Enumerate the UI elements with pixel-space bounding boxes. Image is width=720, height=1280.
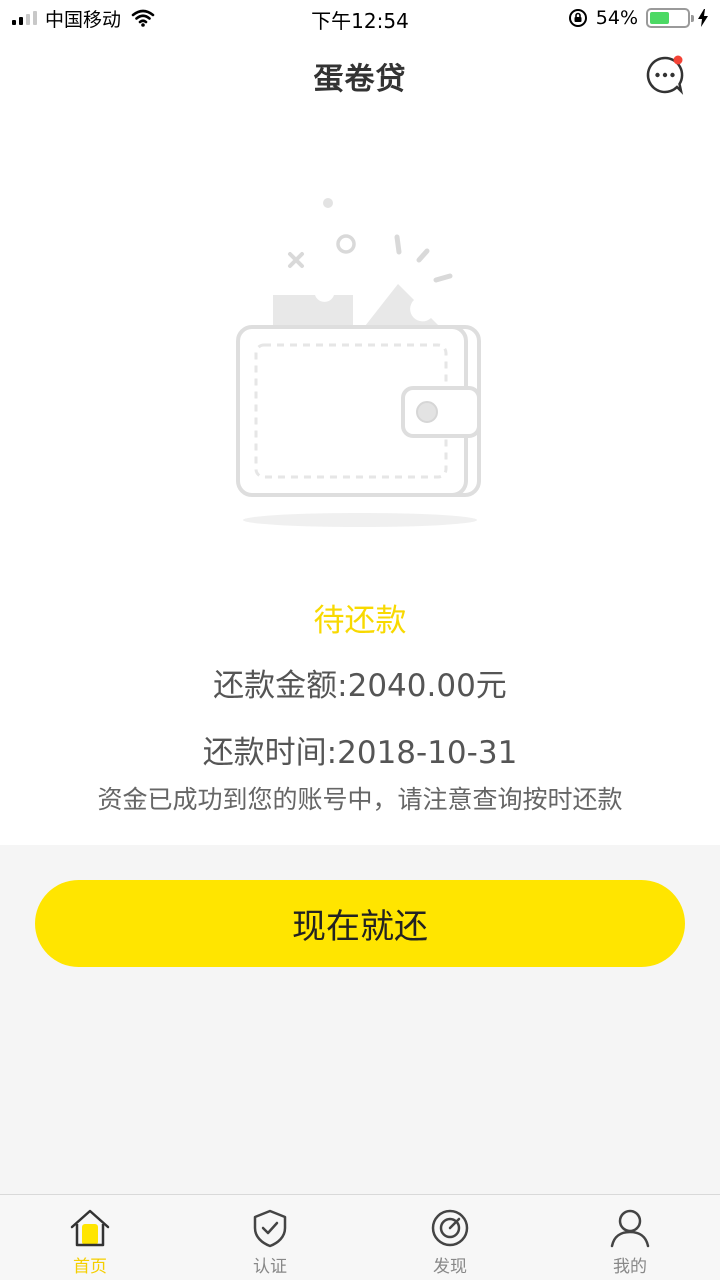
rotation-lock-icon: [568, 9, 587, 27]
loan-status: 待还款: [313, 603, 407, 639]
empty-wallet-illustration: [236, 198, 481, 527]
home-icon: [70, 1209, 110, 1247]
tab-discover[interactable]: 发现: [360, 1195, 540, 1280]
tab-bar: 首页 认证 发现 我的: [0, 1194, 720, 1280]
repay-now-button[interactable]: 现在就还: [35, 880, 685, 967]
tab-home[interactable]: 首页: [0, 1195, 180, 1280]
compass-icon: [431, 1209, 469, 1247]
user-icon: [610, 1209, 650, 1248]
tab-profile-label: 我的: [613, 1257, 647, 1277]
message-button[interactable]: [644, 54, 686, 96]
unread-badge: [673, 55, 683, 65]
shield-check-icon: [253, 1209, 287, 1248]
repayment-date: 还款时间:2018-10-31: [202, 735, 518, 771]
battery-percent: 54%: [595, 7, 638, 29]
tab-certification-label: 认证: [253, 1257, 287, 1277]
status-bar: 中国移动 下午12:54 54%: [0, 0, 720, 38]
tab-discover-label: 发现: [433, 1257, 467, 1277]
repayment-notice: 资金已成功到您的账号中，请注意查询按时还款: [97, 785, 623, 814]
status-right: 54%: [568, 6, 708, 30]
nav-bar: 蛋卷贷: [0, 38, 720, 110]
tab-profile[interactable]: 我的: [540, 1195, 720, 1280]
chat-bubble-icon[interactable]: [644, 54, 686, 96]
repayment-amount: 还款金额:2040.00元: [213, 668, 507, 704]
charging-icon: [698, 9, 708, 27]
tab-certification[interactable]: 认证: [180, 1195, 360, 1280]
loan-card: 待还款 还款金额:2040.00元 还款时间:2018-10-31 资金已成功到…: [0, 110, 720, 845]
app-title: 蛋卷贷: [313, 62, 407, 97]
battery-icon: [646, 8, 694, 28]
tab-home-label: 首页: [73, 1257, 107, 1277]
